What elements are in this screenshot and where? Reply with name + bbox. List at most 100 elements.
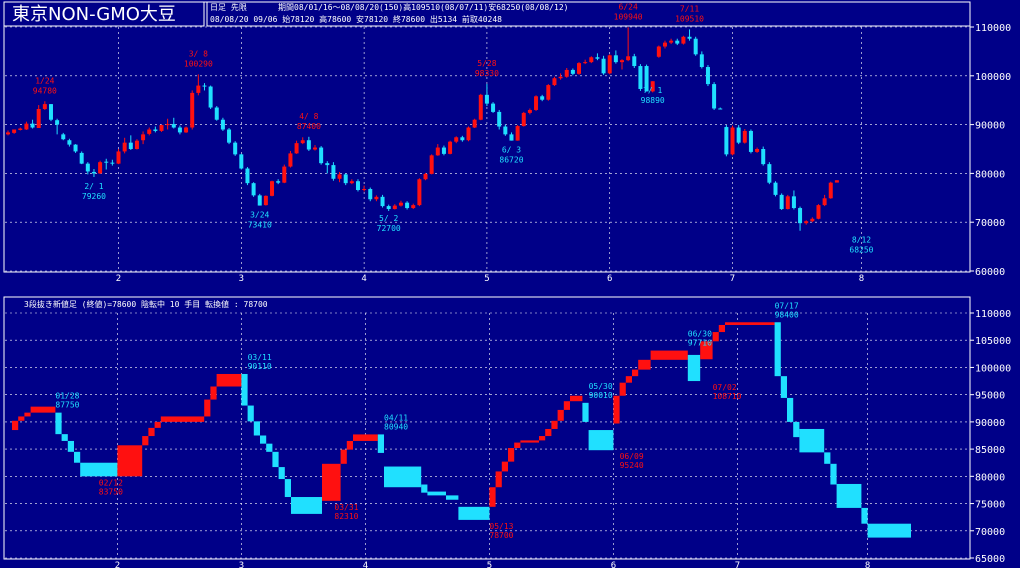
candle-body <box>705 67 710 85</box>
new-price-box <box>712 332 719 342</box>
new-price-box <box>551 420 558 429</box>
candle-body <box>331 165 336 179</box>
candle-body <box>98 162 103 174</box>
candle-body <box>300 140 305 144</box>
high-annotation-date: 6/24 <box>619 2 638 11</box>
new-price-box <box>557 409 564 421</box>
high-annotation-value: 109940 <box>614 12 643 21</box>
candle-body <box>632 56 637 67</box>
candle-body <box>116 151 121 164</box>
candle-body <box>699 54 704 68</box>
candle-body <box>251 183 256 196</box>
lower-x-tick-label: 8 <box>865 561 870 568</box>
candle-body <box>36 108 41 129</box>
new-price-box <box>570 395 583 402</box>
candle-body <box>478 94 483 120</box>
reversal-annotation-value: 90110 <box>248 362 272 371</box>
upper-y-tick-label: 100000 <box>975 72 1011 83</box>
upper-y-tick-label: 110000 <box>975 23 1011 34</box>
candle-body <box>712 84 717 109</box>
candle-body <box>18 128 23 130</box>
low-annotation-date: 2/ 1 <box>84 182 103 191</box>
candle-body <box>349 181 354 184</box>
candle-body <box>798 208 803 224</box>
candle-body <box>355 181 360 190</box>
candle-body <box>515 126 520 141</box>
low-annotation-value: 79260 <box>82 192 106 201</box>
reversal-annotation-value: 80940 <box>384 422 408 431</box>
high-annotation-date: 5/28 <box>477 59 496 68</box>
new-price-box <box>787 397 794 422</box>
candle-body <box>85 163 90 172</box>
new-price-box <box>780 376 787 398</box>
candle-body <box>687 36 692 39</box>
reversal-annotation-value: 90010 <box>589 391 613 400</box>
candle-body <box>791 196 796 209</box>
lower-x-tick-label: 2 <box>115 561 120 568</box>
candle-body <box>441 147 446 154</box>
reversal-annotation-date: 07/17 <box>775 301 799 310</box>
candle-body <box>503 126 508 135</box>
candle-body <box>214 107 219 120</box>
new-price-box <box>824 452 831 464</box>
new-price-box <box>253 421 260 436</box>
candle-body <box>411 205 416 209</box>
candle-body <box>67 140 72 145</box>
lower-y-tick-label: 105000 <box>975 336 1011 347</box>
new-price-box <box>278 467 285 480</box>
reversal-annotation-value: 95240 <box>620 461 644 470</box>
candle-body <box>785 196 790 210</box>
high-annotation-value: 94780 <box>33 86 57 95</box>
candle-body <box>656 46 661 57</box>
candle-body <box>675 40 680 44</box>
candle-body <box>30 123 35 128</box>
new-price-box <box>18 416 25 421</box>
candle-body <box>184 127 189 133</box>
candle-body <box>834 180 839 183</box>
candle-body <box>748 130 753 152</box>
candle-body <box>227 129 232 143</box>
new-price-box <box>377 434 384 453</box>
lower-y-tick-label: 95000 <box>975 391 1005 402</box>
high-annotation-value: 87400 <box>297 122 321 131</box>
candle-body <box>245 168 250 184</box>
candle-body <box>239 154 244 169</box>
reversal-annotation-value: 97710 <box>688 339 712 348</box>
candle-body <box>804 221 809 224</box>
low-annotation-value: 73410 <box>248 221 272 230</box>
high-annotation-value: 100290 <box>184 59 213 68</box>
candle-body <box>546 85 551 100</box>
new-price-box <box>830 463 837 485</box>
candle-body <box>196 85 201 93</box>
candle-body <box>534 96 539 110</box>
new-price-box <box>861 507 868 524</box>
new-price-box <box>545 428 552 437</box>
candle-body <box>42 104 47 109</box>
candle-body <box>110 162 115 164</box>
lower-x-tick-label: 5 <box>487 561 492 568</box>
new-price-box <box>427 491 446 496</box>
candle-body <box>601 58 606 74</box>
candle-body <box>435 147 440 156</box>
candle-body <box>73 144 78 152</box>
candle-body <box>91 171 96 174</box>
candle-body <box>693 38 698 55</box>
candle-body <box>626 56 631 61</box>
candle-body <box>171 124 176 128</box>
new-price-box <box>625 376 632 383</box>
candle-body <box>724 127 729 155</box>
candle-body <box>773 182 778 195</box>
candle-body <box>497 111 502 127</box>
new-price-box <box>24 412 31 417</box>
new-price-box <box>291 497 322 514</box>
candle-body <box>294 143 299 154</box>
candle-body <box>595 57 600 59</box>
candle-body <box>313 147 317 150</box>
candle-body <box>589 57 594 63</box>
candle-body <box>122 142 127 152</box>
low-annotation-value: 86720 <box>499 156 523 165</box>
candle-body <box>208 86 213 108</box>
candle-body <box>466 127 471 141</box>
new-price-box <box>148 427 155 437</box>
candle-body <box>429 155 434 174</box>
